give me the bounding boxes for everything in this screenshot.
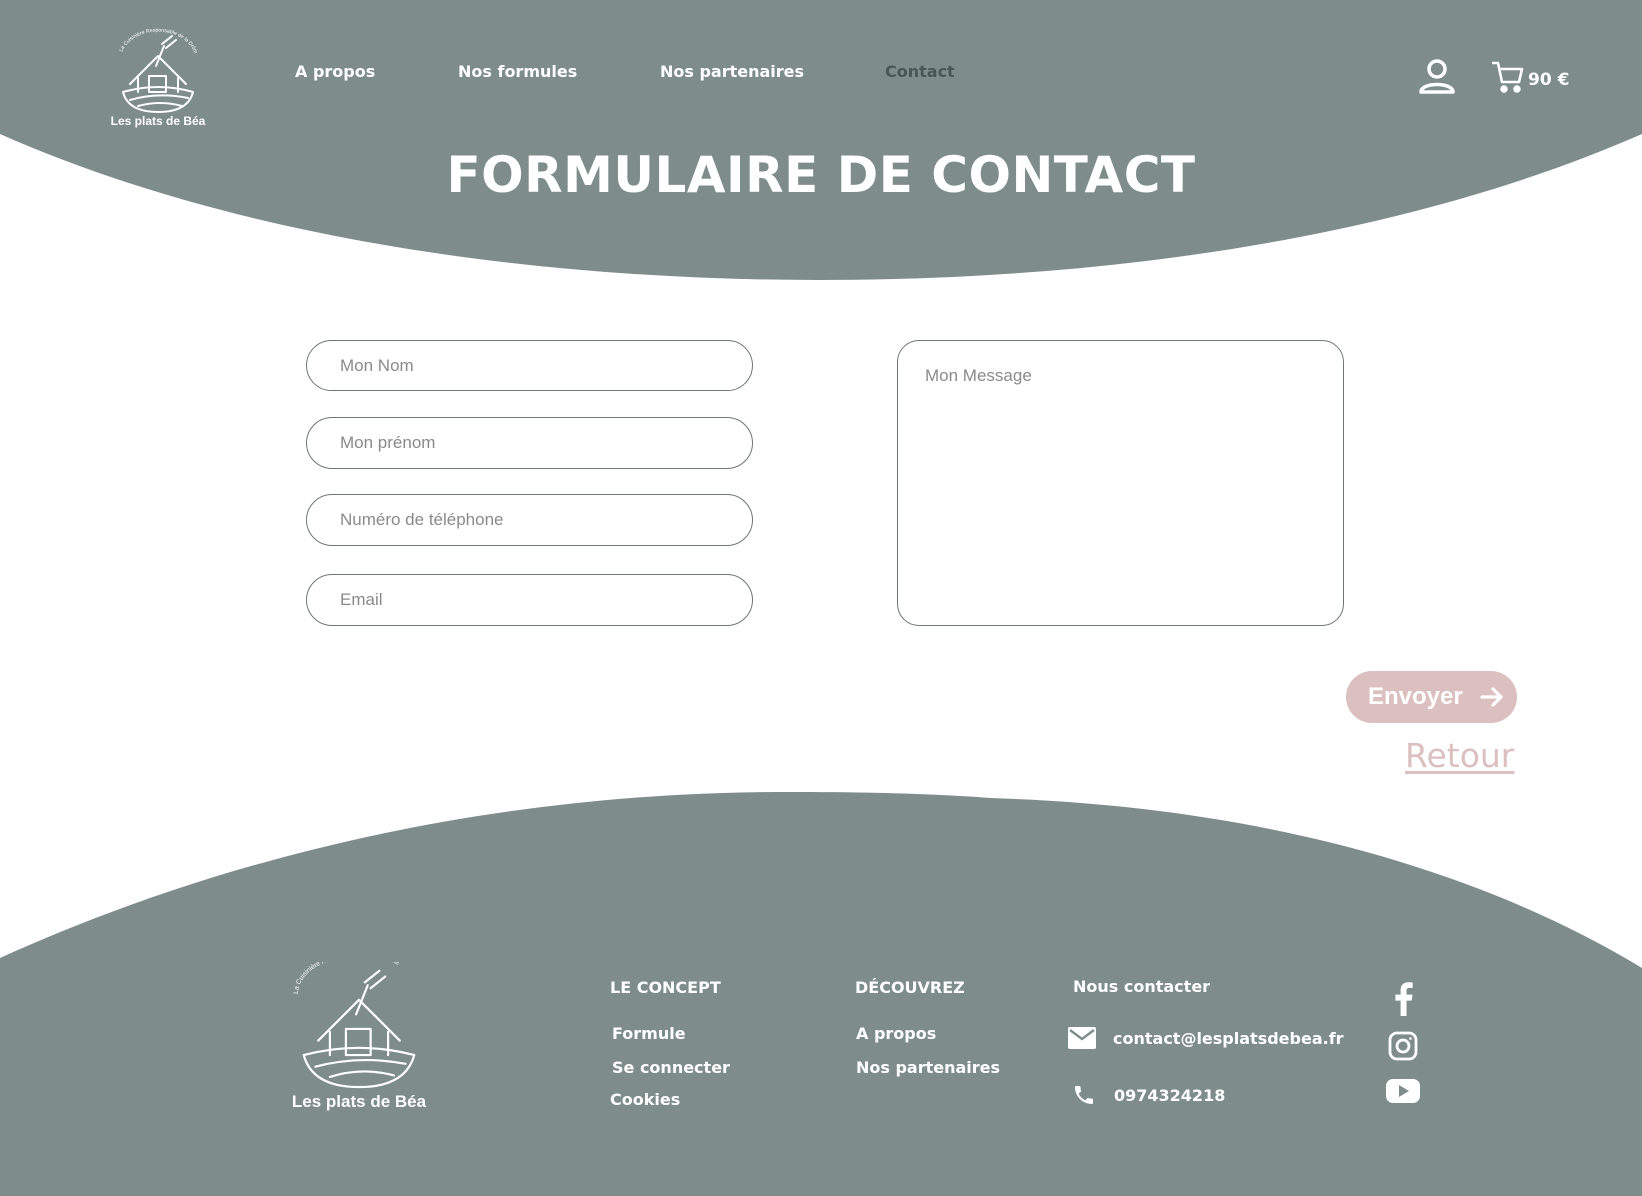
- nav-item-nos-formules[interactable]: Nos formules: [458, 62, 577, 81]
- footer-logo[interactable]: La Cuisinière Responsable de la Drôme Le…: [286, 962, 432, 1112]
- mail-icon: [1068, 1027, 1096, 1049]
- cart-button[interactable]: 90 €: [1492, 60, 1569, 94]
- footer-contact: Nous contacter: [1073, 977, 1210, 996]
- header-logo[interactable]: La Cuisinière Responsable de la Drôme Le…: [104, 26, 212, 128]
- footer-contact-heading: Nous contacter: [1073, 977, 1211, 996]
- footer-phone[interactable]: 0974324218: [1072, 1083, 1225, 1107]
- header-wave: [0, 0, 1642, 280]
- footer-discover: DÉCOUVREZ A propos Nos partenaires: [855, 978, 1055, 1098]
- footer-link-cookies[interactable]: Cookies: [610, 1090, 680, 1109]
- user-icon[interactable]: [1418, 58, 1456, 96]
- nom-input[interactable]: [306, 340, 753, 391]
- youtube-icon[interactable]: [1385, 1078, 1421, 1109]
- svg-text:La Cuisinière Responsable de l: La Cuisinière Responsable de la Drôme: [108, 26, 198, 55]
- instagram-icon[interactable]: [1388, 1031, 1418, 1066]
- footer-concept-heading: LE CONCEPT: [610, 978, 721, 997]
- arrow-right-icon: [1480, 687, 1503, 707]
- email-input[interactable]: [306, 574, 753, 626]
- logo-name: Les plats de Béa: [291, 1092, 427, 1111]
- footer-email[interactable]: contact@lesplatsdebea.fr: [1067, 1026, 1344, 1050]
- logo-emblem-icon: La Cuisinière Responsable de la Drôme: [293, 962, 416, 1089]
- nav-item-a-propos[interactable]: A propos: [295, 62, 375, 81]
- phone-input[interactable]: [306, 494, 753, 546]
- logo-name: Les plats de Béa: [110, 114, 206, 128]
- footer-link-formule[interactable]: Formule: [612, 1024, 686, 1043]
- footer-phone-text: 0974324218: [1114, 1085, 1226, 1105]
- send-button[interactable]: Envoyer: [1346, 671, 1517, 723]
- footer-link-se-connecter[interactable]: Se connecter: [612, 1058, 730, 1077]
- footer-link-nos-partenaires[interactable]: Nos partenaires: [856, 1058, 1000, 1077]
- page-title: FORMULAIRE DE CONTACT: [446, 146, 1196, 204]
- cart-icon: [1492, 61, 1524, 93]
- nav-item-contact[interactable]: Contact: [885, 62, 955, 81]
- send-button-label: Envoyer: [1368, 683, 1463, 710]
- message-textarea[interactable]: [897, 340, 1344, 626]
- footer-concept: LE CONCEPT Formule Se connecter Cookies: [610, 978, 810, 1118]
- cart-total: 90 €: [1528, 70, 1570, 90]
- logo-emblem-icon: La Cuisinière Responsable de la Drôme: [108, 26, 198, 113]
- footer-link-a-propos[interactable]: A propos: [856, 1024, 936, 1043]
- footer-discover-heading: DÉCOUVREZ: [855, 978, 965, 997]
- footer-email-text: contact@lesplatsdebea.fr: [1113, 1028, 1344, 1048]
- nav-item-nos-partenaires[interactable]: Nos partenaires: [660, 62, 804, 81]
- prenom-input[interactable]: [306, 417, 753, 469]
- phone-icon: [1075, 1086, 1093, 1104]
- back-link[interactable]: Retour: [1405, 736, 1514, 775]
- facebook-icon[interactable]: [1391, 982, 1415, 1021]
